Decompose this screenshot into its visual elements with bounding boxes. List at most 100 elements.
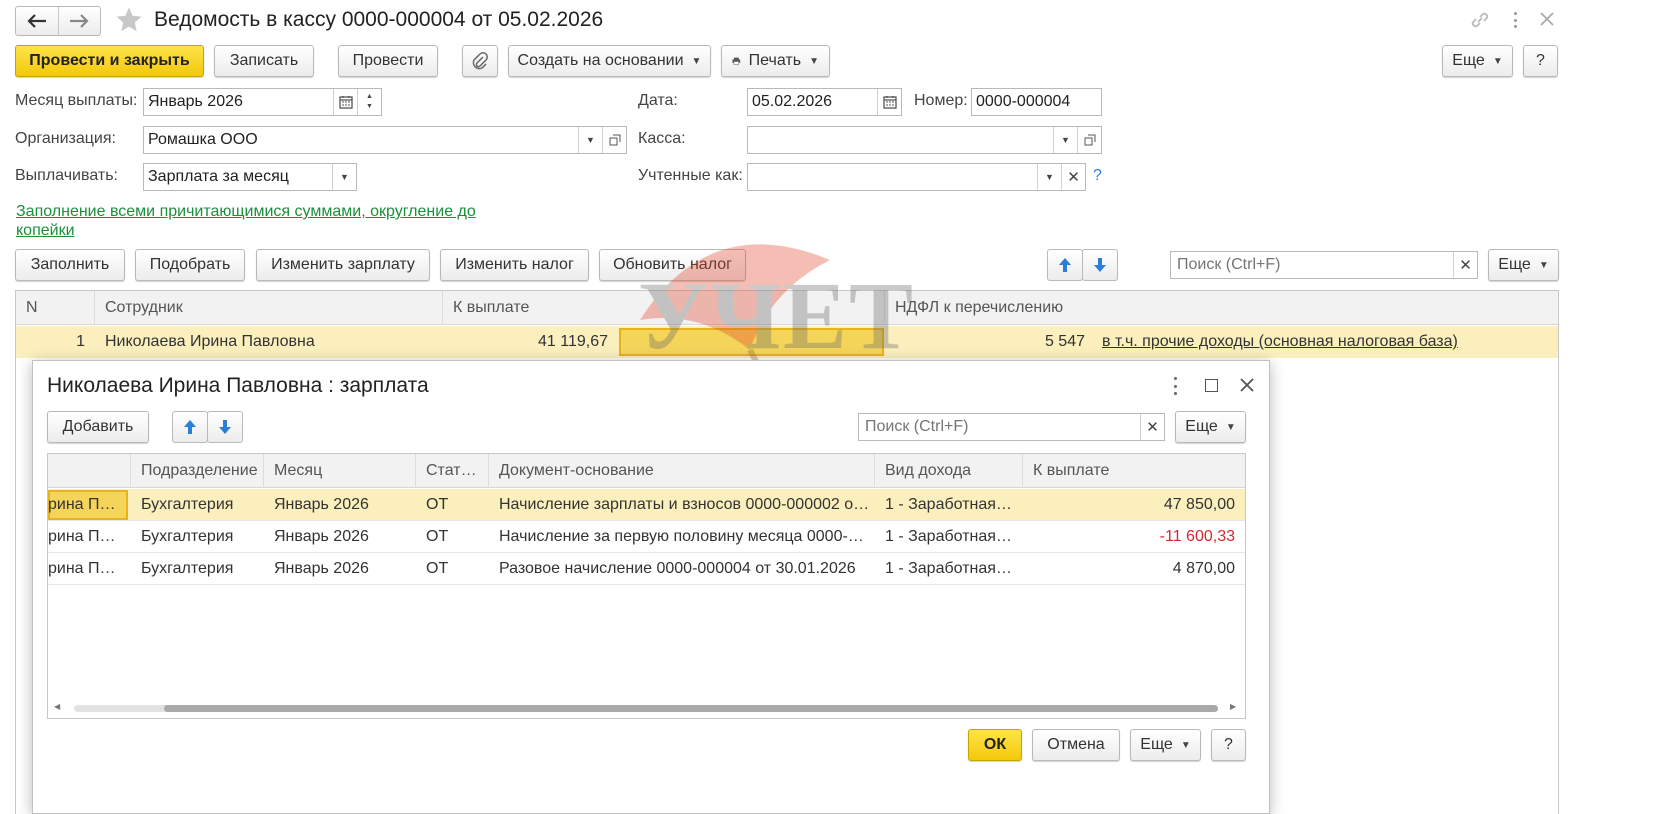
col-ndfl[interactable]: НДФЛ к перечислению <box>885 291 1558 325</box>
date-field[interactable]: 05.02.2026 <box>747 88 902 116</box>
dialog-footer-more-button[interactable]: Еще ▼ <box>1130 729 1201 761</box>
scroll-left-icon[interactable]: ◀ <box>54 702 60 711</box>
dialog-footer-more-label: Еще <box>1140 736 1173 753</box>
dialog-search-input[interactable] <box>863 417 1133 437</box>
link-icon[interactable] <box>1469 10 1491 35</box>
pay-type-select[interactable]: Зарплата за месяц ▼ <box>143 163 357 191</box>
main-search-input[interactable] <box>1175 255 1445 275</box>
more-vertical-icon[interactable] <box>1505 10 1525 30</box>
fill-all-link-line1: Заполнение всеми причитающимися суммами,… <box>16 203 476 220</box>
col-employee[interactable]: Сотрудник <box>95 291 443 325</box>
dialog-close-icon[interactable] <box>1238 376 1256 399</box>
select-button[interactable]: Подобрать <box>135 249 245 281</box>
fill-all-link[interactable]: Заполнение всеми причитающимися суммами,… <box>16 202 476 240</box>
cancel-button[interactable]: Отмена <box>1032 729 1120 761</box>
row-amount: 4 870,00 <box>1172 560 1235 577</box>
update-tax-button[interactable]: Обновить налог <box>599 249 746 281</box>
post-and-close-button[interactable]: Провести и закрыть <box>15 45 204 77</box>
number-field[interactable]: 0000-000004 <box>971 88 1102 116</box>
fill-button[interactable]: Заполнить <box>15 249 125 281</box>
row-status: ОТ <box>426 560 449 577</box>
back-arrow-icon[interactable] <box>16 7 59 35</box>
dialog-search-field[interactable]: ✕ <box>858 413 1165 441</box>
main-search-field[interactable]: ✕ <box>1170 251 1478 279</box>
col-month[interactable]: Месяц <box>264 454 416 488</box>
close-icon[interactable] <box>1538 10 1556 33</box>
accounted-as-field[interactable]: ▼ ✕ <box>747 163 1086 191</box>
print-button[interactable]: Печать ▼ <box>721 45 830 77</box>
move-up-button[interactable] <box>1047 249 1083 281</box>
col-employee-partial[interactable] <box>48 454 131 488</box>
row-department: Бухгалтерия <box>141 496 234 513</box>
table-row[interactable]: рина П… Бухгалтерия Январь 2026 ОТ Разов… <box>48 553 1245 585</box>
maximize-icon[interactable] <box>1205 379 1218 392</box>
number-label: Номер: <box>914 92 968 109</box>
more-button[interactable]: Еще ▼ <box>1442 45 1513 77</box>
calendar-icon[interactable] <box>333 89 357 115</box>
row-ndfl-note-link[interactable]: в т.ч. прочие доходы (основная налоговая… <box>1092 326 1558 358</box>
organization-field[interactable]: Ромашка ООО ▼ <box>143 126 627 154</box>
dropdown-caret-icon[interactable]: ▼ <box>578 127 602 153</box>
table-row[interactable]: рина П… Бухгалтерия Январь 2026 ОТ Начис… <box>48 489 1245 521</box>
col-n[interactable]: N <box>16 291 95 325</box>
dialog-more-vertical-icon[interactable] <box>1169 377 1181 395</box>
month-label: Месяц выплаты: <box>15 92 138 109</box>
horizontal-scrollbar[interactable]: ◀ ▶ <box>54 702 1238 714</box>
add-button[interactable]: Добавить <box>47 411 149 443</box>
attach-button[interactable] <box>462 45 498 77</box>
number-value: 0000-000004 <box>976 93 1071 110</box>
help-button[interactable]: ? <box>1523 45 1558 77</box>
scroll-right-icon[interactable]: ▶ <box>1230 702 1236 711</box>
forward-arrow-icon[interactable] <box>59 7 101 35</box>
row-month: Январь 2026 <box>274 560 369 577</box>
change-salary-button[interactable]: Изменить зарплату <box>256 249 430 281</box>
clear-search-icon[interactable]: ✕ <box>1453 252 1477 278</box>
save-button[interactable]: Записать <box>214 45 314 77</box>
move-down-button[interactable] <box>1082 249 1118 281</box>
month-field[interactable]: Январь 2026 ▲ ▼ <box>143 88 382 116</box>
dialog-move-down-button[interactable] <box>207 411 243 443</box>
dropdown-caret-icon[interactable]: ▼ <box>1037 164 1061 190</box>
caret-down-icon: ▼ <box>1538 259 1549 271</box>
row-status: ОТ <box>426 528 449 545</box>
clear-icon[interactable]: ✕ <box>1061 164 1085 190</box>
change-tax-button[interactable]: Изменить налог <box>440 249 589 281</box>
col-status[interactable]: Стат… <box>416 454 489 488</box>
spin-up-icon[interactable]: ▲ <box>366 92 373 102</box>
dialog-move-up-button[interactable] <box>172 411 208 443</box>
dialog-help-button[interactable]: ? <box>1211 729 1246 761</box>
dropdown-caret-icon[interactable]: ▼ <box>332 164 356 190</box>
table-more-button[interactable]: Еще ▼ <box>1488 249 1559 281</box>
dialog-more-button[interactable]: Еще ▼ <box>1175 411 1246 443</box>
ok-button[interactable]: ОК <box>968 729 1022 761</box>
calendar-icon[interactable] <box>877 89 901 115</box>
accounted-as-label: Учтенные как: <box>638 167 743 184</box>
table-row[interactable]: рина П… Бухгалтерия Январь 2026 ОТ Начис… <box>48 521 1245 553</box>
open-item-icon[interactable] <box>1077 127 1101 153</box>
spin-stepper[interactable]: ▲ ▼ <box>357 89 381 115</box>
dropdown-caret-icon[interactable]: ▼ <box>1053 127 1077 153</box>
accounted-help-link[interactable]: ? <box>1093 167 1102 185</box>
row-employee: рина П… <box>48 560 116 577</box>
col-base-document[interactable]: Документ-основание <box>489 454 875 488</box>
row-document: Начисление зарплаты и взносов 0000-00000… <box>499 496 870 513</box>
table-more-label: Еще <box>1498 256 1531 273</box>
clear-search-icon[interactable]: ✕ <box>1140 414 1164 440</box>
col-amount[interactable]: К выплате <box>1023 454 1245 488</box>
col-income-type[interactable]: Вид дохода <box>875 454 1023 488</box>
dialog-more-label: Еще <box>1185 418 1218 435</box>
col-department[interactable]: Подразделение <box>131 454 264 488</box>
open-item-icon[interactable] <box>602 127 626 153</box>
cash-field[interactable]: ▼ <box>747 126 1102 154</box>
favorite-star-icon[interactable] <box>114 5 144 40</box>
row-document: Разовое начисление 0000-000004 от 30.01.… <box>499 560 856 577</box>
post-button[interactable]: Провести <box>338 45 438 77</box>
scrollbar-track[interactable] <box>74 705 1218 712</box>
dialog-table: Подразделение Месяц Стат… Документ-основ… <box>47 453 1246 719</box>
col-to-pay[interactable]: К выплате <box>443 291 885 325</box>
create-based-on-button[interactable]: Создать на основании ▼ <box>508 45 711 77</box>
table-row[interactable]: 1 Николаева Ирина Павловна 41 119,67 5 5… <box>16 326 1558 358</box>
row-active-cell[interactable] <box>619 328 884 356</box>
spin-down-icon[interactable]: ▼ <box>366 102 373 112</box>
scrollbar-thumb[interactable] <box>164 705 1218 712</box>
